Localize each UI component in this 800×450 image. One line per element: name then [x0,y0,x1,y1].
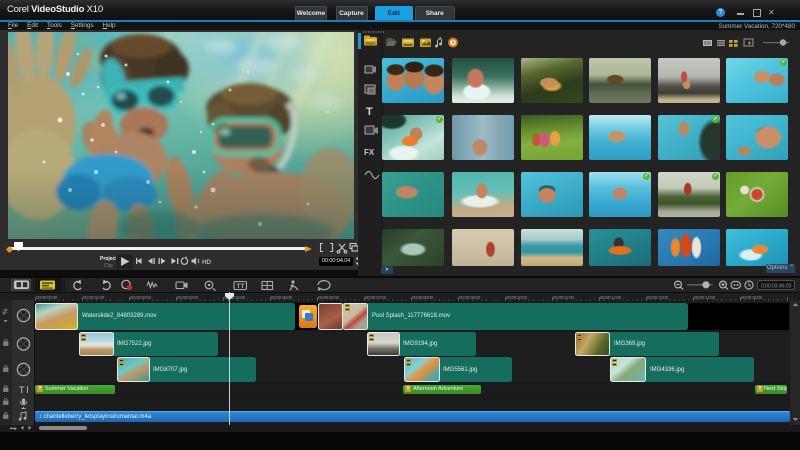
svg-text:T: T [366,106,373,118]
svg-text:HD: HD [202,259,212,266]
svg-text:T: T [19,385,25,395]
svg-text:T: T [241,283,245,290]
svg-text:FX: FX [364,148,375,157]
svg-text:0:00:03:49.03: 0:00:03:49.03 [761,283,792,289]
